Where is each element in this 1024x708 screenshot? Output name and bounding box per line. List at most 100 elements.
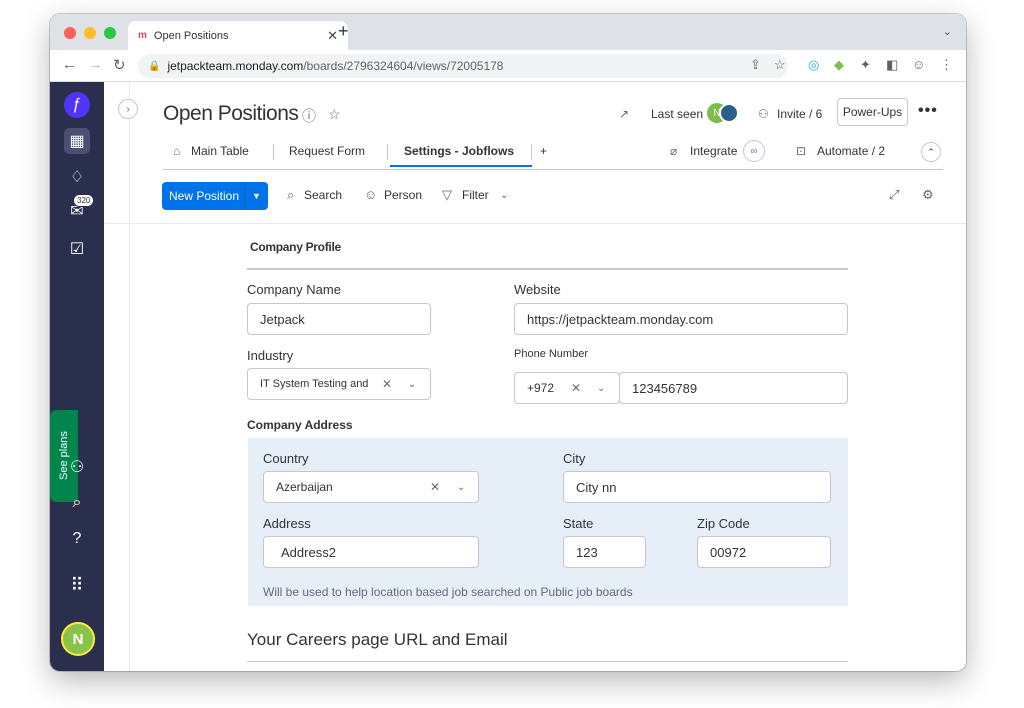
board-title[interactable]: Open Positions [163,102,299,126]
back-arrow-icon[interactable]: ← [62,56,77,73]
search-icon[interactable]: ⌕ [64,490,90,516]
clear-icon[interactable]: ✕ [571,381,581,395]
invite-members-icon[interactable]: ⚇ [64,454,90,480]
monday-home-logo-icon[interactable]: ƒ [64,92,90,118]
phone-number-value: 123456789 [632,380,698,396]
tab-divider [273,144,274,160]
bookmark-star-icon[interactable]: ☆ [774,57,786,73]
clear-icon[interactable]: ✕ [430,480,440,494]
workspaces-grid-icon[interactable]: ▦ [64,128,90,154]
last-seen-label[interactable]: Last seen [651,107,703,121]
notifications-bell-icon[interactable]: ♢ [64,164,90,190]
phone-number-label: Phone Number [514,348,588,360]
activity-chart-icon[interactable]: ↗ [619,107,629,121]
tab-divider [387,144,388,160]
extension-icon[interactable]: ◆ [834,57,844,73]
phone-code-select[interactable]: +972 ✕ ⌄ [514,372,620,404]
last-seen-avatars[interactable]: N [707,103,739,123]
share-icon[interactable]: ⇪ [750,57,761,73]
extensions-puzzle-icon[interactable]: ✦ [860,57,871,73]
website-input[interactable]: https://jetpackteam.monday.com [514,303,848,335]
zip-code-input[interactable]: 00972 [697,536,831,568]
url-domain: jetpackteam.monday.com [167,59,304,73]
tab-main-table[interactable]: Main Table [191,144,249,158]
search-icon[interactable]: ⌕ [287,187,294,203]
tab-request-form[interactable]: Request Form [289,144,365,158]
avatar [719,103,739,123]
nav-divider [129,82,130,671]
tab-search-chevron-icon[interactable]: ⌄ [943,25,952,38]
help-icon[interactable]: ? [64,526,90,552]
section-divider [247,268,848,270]
user-avatar[interactable]: N [61,622,95,656]
city-value: City nn [576,479,617,495]
new-tab-button[interactable]: + [338,21,349,42]
automate-button[interactable]: Automate / 2 [817,144,885,158]
my-work-calendar-icon[interactable]: ☑ [64,236,90,262]
browser-menu-icon[interactable]: ⋮ [940,57,953,73]
address-panel [248,438,848,606]
settings-gear-icon[interactable]: ⚙ [922,187,934,203]
chevron-down-icon[interactable]: ▼ [244,182,268,210]
extension-icon[interactable]: ◎ [808,57,819,73]
country-label: Country [263,451,309,466]
profile-icon[interactable]: ☺ [912,57,925,72]
integrate-icon[interactable]: ⌀ [670,144,677,158]
company-name-input[interactable]: Jetpack [247,303,431,335]
side-panel-icon[interactable]: ◧ [886,57,898,73]
automate-robot-icon[interactable]: ⊡ [796,144,806,158]
chevron-down-icon[interactable]: ⌄ [408,379,416,390]
clear-icon[interactable]: ✕ [382,377,392,391]
collapse-header-chevron-icon[interactable]: ⌃ [921,142,941,162]
forward-arrow-icon[interactable]: → [88,56,103,73]
industry-label: Industry [247,348,294,363]
chevron-down-icon[interactable]: ⌄ [597,383,605,394]
integration-app-icon[interactable]: ∞ [743,140,765,162]
close-tab-icon[interactable]: ✕ [327,28,338,44]
invite-label[interactable]: Invite / 6 [777,107,822,121]
minimize-window-button[interactable] [84,27,96,39]
integrate-button[interactable]: Integrate [690,144,737,158]
address-helper-text: Will be used to help location based job … [263,585,633,599]
chevron-down-icon[interactable]: ⌄ [457,482,465,493]
apps-grid-icon[interactable]: ⠿ [64,572,90,598]
address-input[interactable]: Address2 [263,536,479,568]
phone-number-input[interactable]: 123456789 [619,372,848,404]
industry-select[interactable]: IT System Testing and ✕ ⌄ [247,368,431,400]
maximize-window-button[interactable] [104,27,116,39]
new-position-label: New Position [169,189,240,203]
website-label: Website [514,282,561,297]
filter-button[interactable]: Filter [462,188,489,202]
add-view-button[interactable]: + [540,144,547,158]
address-bar[interactable]: 🔒 jetpackteam.monday.com/boards/27963246… [138,54,788,78]
tab-settings-jobflows[interactable]: Settings - Jobflows [404,144,514,158]
search-button[interactable]: Search [304,188,342,202]
browser-tab[interactable]: m Open Positions ✕ [128,21,348,50]
company-address-heading: Company Address [247,418,353,432]
country-value: Azerbaijan [276,480,333,494]
country-select[interactable]: Azerbaijan ✕ ⌄ [263,471,479,503]
filter-funnel-icon[interactable]: ▽ [442,187,452,203]
browser-toolbar: ← → ↻ 🔒 jetpackteam.monday.com/boards/27… [50,50,966,82]
close-window-button[interactable] [64,27,76,39]
power-ups-button[interactable]: Power-Ups [837,98,908,126]
state-label: State [563,516,594,531]
person-filter-button[interactable]: Person [384,188,422,202]
browser-tab-bar: m Open Positions ✕ + ⌄ [50,14,966,50]
info-icon[interactable]: ⓘ [302,106,316,126]
lock-icon: 🔒 [148,60,161,72]
reload-icon[interactable]: ↻ [113,56,126,74]
more-options-icon[interactable]: ••• [918,102,938,120]
fullscreen-expand-icon[interactable]: ⤢ [889,187,899,203]
new-position-button[interactable]: New Position ▼ [162,182,268,210]
chevron-down-icon[interactable]: ⌄ [500,190,508,201]
browser-tab-title: Open Positions [153,29,229,42]
state-input[interactable]: 123 [563,536,646,568]
invite-person-icon[interactable]: ⚇ [758,107,769,121]
favorite-star-icon[interactable]: ☆ [328,106,341,123]
city-input[interactable]: City nn [563,471,831,503]
person-icon[interactable]: ☺ [364,187,377,202]
careers-section-title: Your Careers page URL and Email [247,630,508,649]
website-value: https://jetpackteam.monday.com [527,311,714,327]
expand-sidebar-button[interactable]: › [118,99,138,119]
